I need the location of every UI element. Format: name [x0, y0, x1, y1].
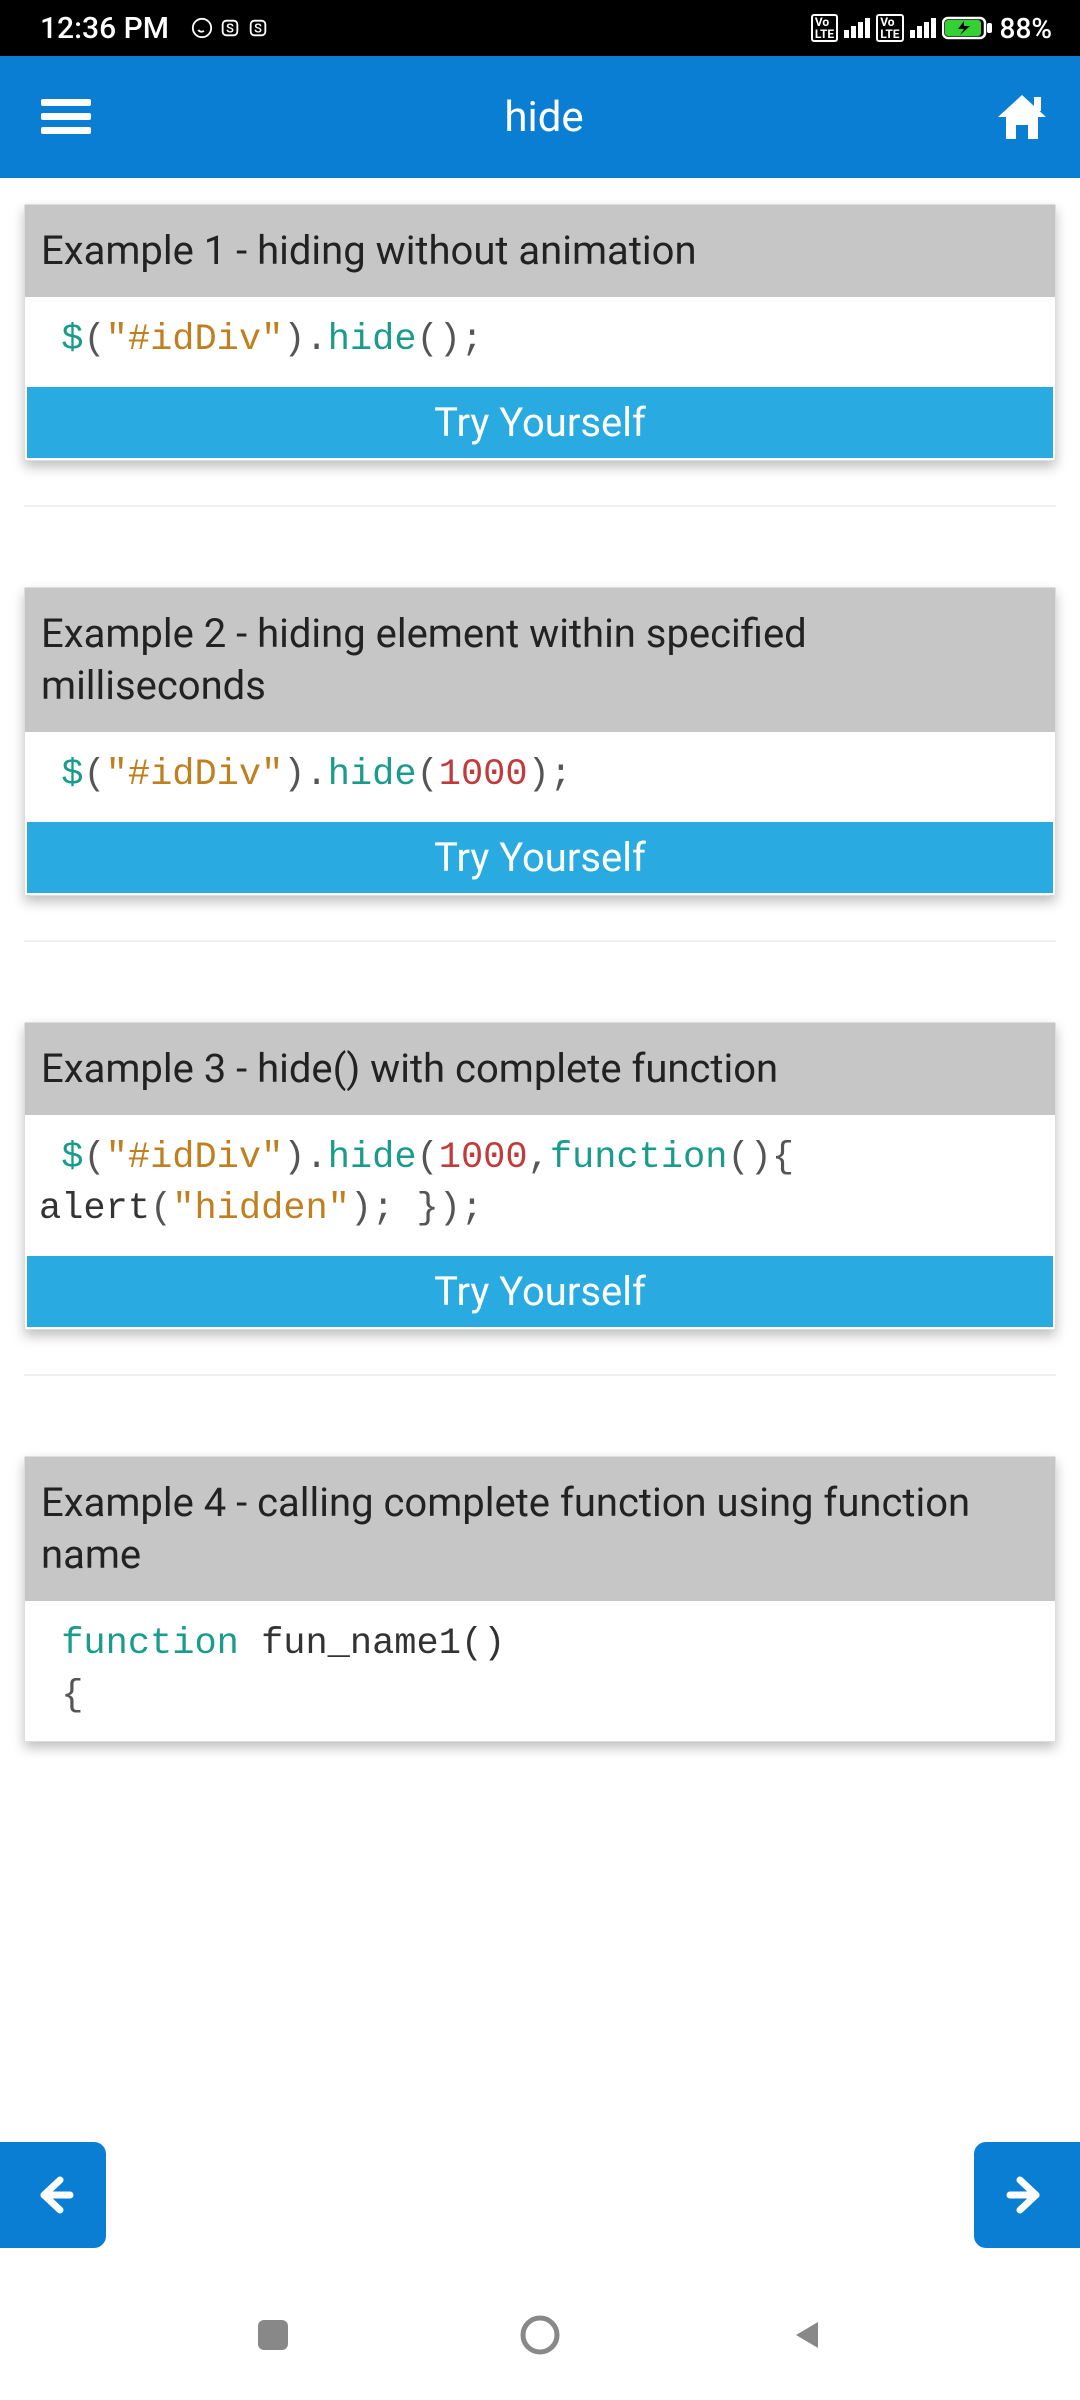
next-button[interactable] [974, 2142, 1080, 2248]
separator [24, 1374, 1056, 1376]
code-token [39, 754, 61, 796]
prev-button[interactable] [0, 2142, 106, 2248]
app-icon-1: S [219, 17, 241, 39]
home-button[interactable] [992, 87, 1052, 147]
example-card: Example 3 - hide() with complete functio… [24, 1022, 1056, 1331]
code-token: "#idDiv" [106, 754, 284, 796]
triangle-left-icon [790, 2318, 824, 2352]
separator [24, 940, 1056, 942]
example-title: Example 4 - calling complete function us… [25, 1457, 1055, 1601]
try-yourself-button[interactable]: Try Yourself [27, 822, 1053, 893]
code-token: $ [61, 319, 83, 361]
hamburger-icon [41, 95, 91, 139]
signal-bars-icon-2 [910, 18, 936, 38]
code-token: ( [417, 754, 439, 796]
recent-apps-button[interactable] [249, 2311, 297, 2359]
code-token: ). [283, 319, 327, 361]
code-token: ); }); [350, 1188, 483, 1230]
status-bar: 12:36 PM S S VoLTE VoLTE 88% [0, 0, 1080, 56]
example-code: $("#idDiv").hide(1000,function(){ alert(… [25, 1115, 1055, 1255]
battery-icon [942, 15, 994, 41]
status-left: 12:36 PM S S [40, 11, 269, 46]
svg-text:S: S [226, 22, 234, 37]
signal-bars-icon-1 [844, 18, 870, 38]
example-card: Example 2 - hiding element within specif… [24, 587, 1056, 896]
content: Example 1 - hiding without animation $("… [0, 178, 1080, 1742]
code-token: fun_name1() [239, 1623, 505, 1665]
code-token: ). [283, 754, 327, 796]
status-right: VoLTE VoLTE 88% [811, 12, 1052, 45]
code-token: 1000 [439, 754, 528, 796]
app-icon-2: S [247, 17, 269, 39]
code-token [39, 1623, 61, 1665]
code-token: , [528, 1137, 550, 1179]
example-code: $("#idDiv").hide(); [25, 297, 1055, 385]
code-token: $ [61, 754, 83, 796]
code-token: (); [417, 319, 484, 361]
status-time: 12:36 PM [40, 11, 169, 46]
code-token: ( [417, 1137, 439, 1179]
status-app-icons: S S [191, 17, 269, 39]
example-title: Example 3 - hide() with complete functio… [25, 1023, 1055, 1115]
whatsapp-icon [191, 17, 213, 39]
code-token: 1000 [439, 1137, 528, 1179]
try-yourself-button[interactable]: Try Yourself [27, 1256, 1053, 1327]
example-code: function fun_name1() { [25, 1601, 1055, 1741]
example-code: $("#idDiv").hide(1000); [25, 732, 1055, 820]
example-card: Example 1 - hiding without animation $("… [24, 204, 1056, 461]
code-token: { [39, 1675, 83, 1717]
try-yourself-button[interactable]: Try Yourself [27, 387, 1053, 458]
code-token: ( [83, 754, 105, 796]
code-token: "#idDiv" [106, 319, 284, 361]
code-token: ); [528, 754, 572, 796]
menu-button[interactable] [36, 87, 96, 147]
example-title: Example 1 - hiding without animation [25, 205, 1055, 297]
arrow-right-icon [1002, 2170, 1052, 2220]
page-title: hide [96, 93, 992, 142]
code-token: hide [328, 319, 417, 361]
square-icon [256, 2318, 290, 2352]
battery-percent: 88% [1000, 12, 1052, 45]
code-token: alert [39, 1188, 150, 1230]
example-card: Example 4 - calling complete function us… [24, 1456, 1056, 1742]
code-token: ). [283, 1137, 327, 1179]
home-nav-button[interactable] [516, 2311, 564, 2359]
svg-text:S: S [254, 22, 262, 37]
code-token: $ [61, 1137, 83, 1179]
code-token: "#idDiv" [106, 1137, 284, 1179]
code-token: "hidden" [172, 1188, 350, 1230]
code-token: ( [83, 319, 105, 361]
back-nav-button[interactable] [783, 2311, 831, 2359]
circle-icon [518, 2313, 562, 2357]
code-token: function [61, 1623, 239, 1665]
system-nav-bar [0, 2270, 1080, 2400]
app-header: hide [0, 56, 1080, 178]
code-token: function [550, 1137, 728, 1179]
code-token: (){ [727, 1137, 816, 1179]
code-token: hide [328, 754, 417, 796]
code-token: hide [328, 1137, 417, 1179]
code-token: ( [83, 1137, 105, 1179]
code-token [39, 1137, 61, 1179]
arrow-left-icon [28, 2170, 78, 2220]
lte-icon-1: VoLTE [811, 14, 838, 42]
example-title: Example 2 - hiding element within specif… [25, 588, 1055, 732]
code-token [39, 319, 61, 361]
lte-icon-2: VoLTE [876, 14, 903, 42]
code-token: ( [150, 1188, 172, 1230]
separator [24, 505, 1056, 507]
home-icon [994, 91, 1050, 143]
